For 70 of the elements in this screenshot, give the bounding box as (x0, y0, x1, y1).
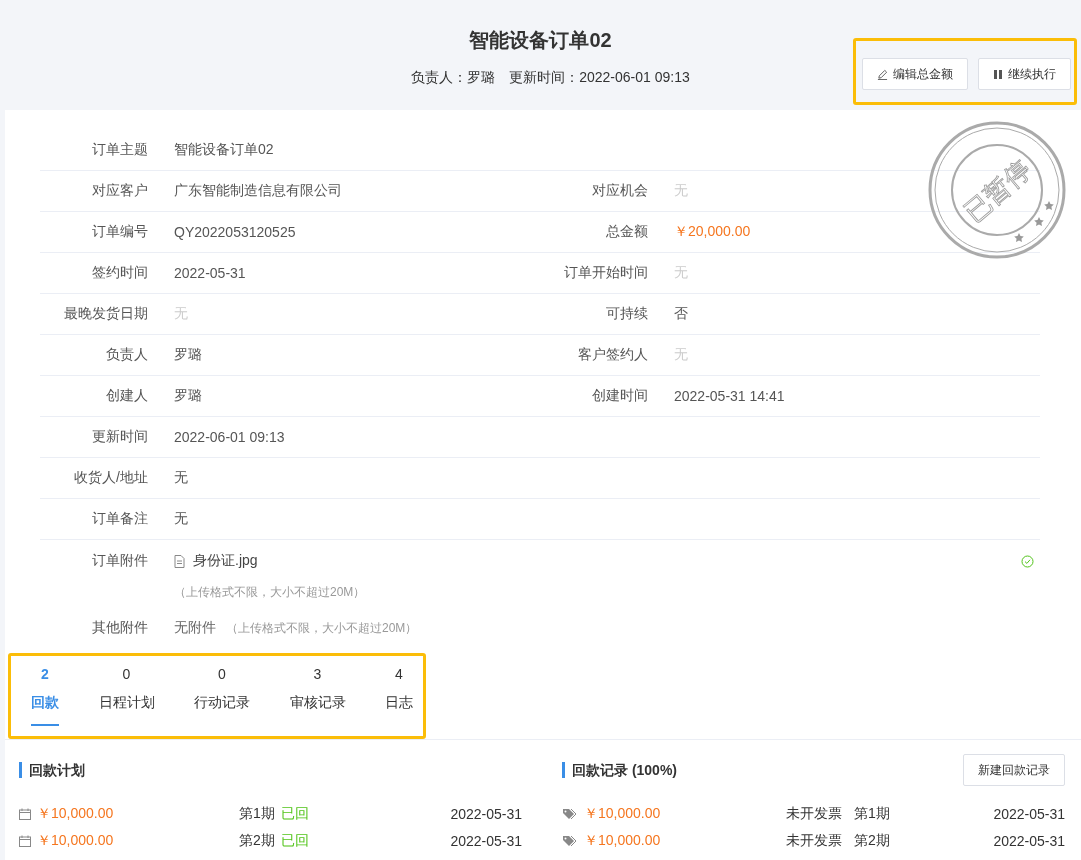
field-label: 创建人 (105, 387, 148, 405)
field-value: 无 (174, 469, 188, 487)
pencil-icon (877, 68, 888, 80)
upload-hint: （上传格式不限，大小不超过20M） (174, 584, 366, 601)
owner-text: 负责人：罗璐 (411, 69, 496, 87)
field-label: 订单备注 (91, 510, 148, 528)
status-text: 已回 (280, 831, 310, 850)
field-label: 对应客户 (91, 182, 148, 200)
period-text: 第1期 (239, 804, 275, 823)
field-label: 更新时间 (91, 428, 148, 446)
field-label: 订单编号 (91, 223, 148, 241)
updated-text: 更新时间：2022-06-01 09:13 (509, 69, 690, 87)
pause-icon (993, 68, 1003, 80)
period-text: 第2期 (854, 831, 891, 850)
tag-icon (562, 834, 578, 847)
calendar-icon (19, 807, 31, 820)
invoice-status: 未开发票 (786, 831, 843, 850)
document-icon (174, 554, 185, 568)
field-label: 可持续 (605, 305, 648, 323)
field-value: 无 (174, 510, 188, 528)
field-value: 2022-05-31 (174, 265, 246, 281)
date-text: 2022-05-31 (993, 805, 1065, 822)
field-label: 对应机会 (591, 182, 648, 200)
field-value: 罗璐 (174, 387, 202, 405)
date-text: 2022-05-31 (450, 832, 522, 849)
field-label: 收货人/地址 (73, 469, 148, 487)
field-label: 创建时间 (591, 387, 648, 405)
field-value: 广东智能制造信息有限公司 (174, 182, 342, 200)
field-value: 否 (674, 305, 688, 323)
field-value: 无附件 (174, 619, 216, 637)
date-text: 2022-05-31 (993, 832, 1065, 849)
tab[interactable]: 0 日程计划 (98, 666, 155, 726)
amount-text: ￥10,000.00 (37, 831, 115, 850)
period-text: 第1期 (854, 804, 891, 823)
field-label: 总金额 (605, 223, 648, 241)
date-text: 2022-05-31 (450, 805, 522, 822)
field-value: 智能设备订单02 (174, 141, 274, 159)
field-label: 订单附件 (91, 552, 148, 570)
field-label: 最晚发货日期 (63, 305, 148, 323)
section-title: 回款计划 (19, 762, 85, 778)
field-value: 2022-06-01 09:13 (174, 429, 285, 445)
tag-icon (562, 807, 578, 820)
action-button[interactable]: 继续执行 (978, 58, 1071, 90)
field-value: 罗璐 (174, 346, 202, 364)
field-label: 订单开始时间 (563, 264, 648, 282)
invoice-status: 未开发票 (786, 804, 843, 823)
section-title: 回款记录 (100%) (562, 762, 678, 778)
field-label: 订单主题 (91, 141, 148, 159)
field-label: 其他附件 (91, 619, 148, 637)
field-value: QY2022053120525 (174, 224, 296, 240)
order-title: 智能设备订单02 (468, 28, 613, 53)
field-value: 2022-05-31 14:41 (674, 388, 785, 404)
period-text: 第2期 (239, 831, 275, 850)
tab[interactable]: 0 行动记录 (194, 666, 250, 726)
amount-text: ￥10,000.00 (584, 831, 662, 850)
tab[interactable]: 3 审核记录 (289, 666, 346, 726)
upload-hint: （上传格式不限，大小不超过20M） (226, 620, 418, 637)
field-label: 签约时间 (91, 264, 148, 282)
calendar-icon (19, 834, 31, 847)
field-value: ￥20,000.00 (674, 223, 751, 241)
amount-text: ￥10,000.00 (584, 804, 662, 823)
new-record-button[interactable]: 新建回款记录 (963, 754, 1065, 786)
action-button[interactable]: 编辑总金额 (862, 58, 968, 90)
stamp-drawing: 已暂停 (927, 120, 1067, 260)
field-label: 客户签约人 (577, 346, 648, 364)
tab[interactable]: 4 日志 (385, 666, 413, 726)
file-link[interactable]: 身份证.jpg (193, 552, 258, 570)
status-text: 已回 (280, 804, 310, 823)
field-label: 负责人 (105, 346, 148, 364)
amount-text: ￥10,000.00 (37, 804, 115, 823)
